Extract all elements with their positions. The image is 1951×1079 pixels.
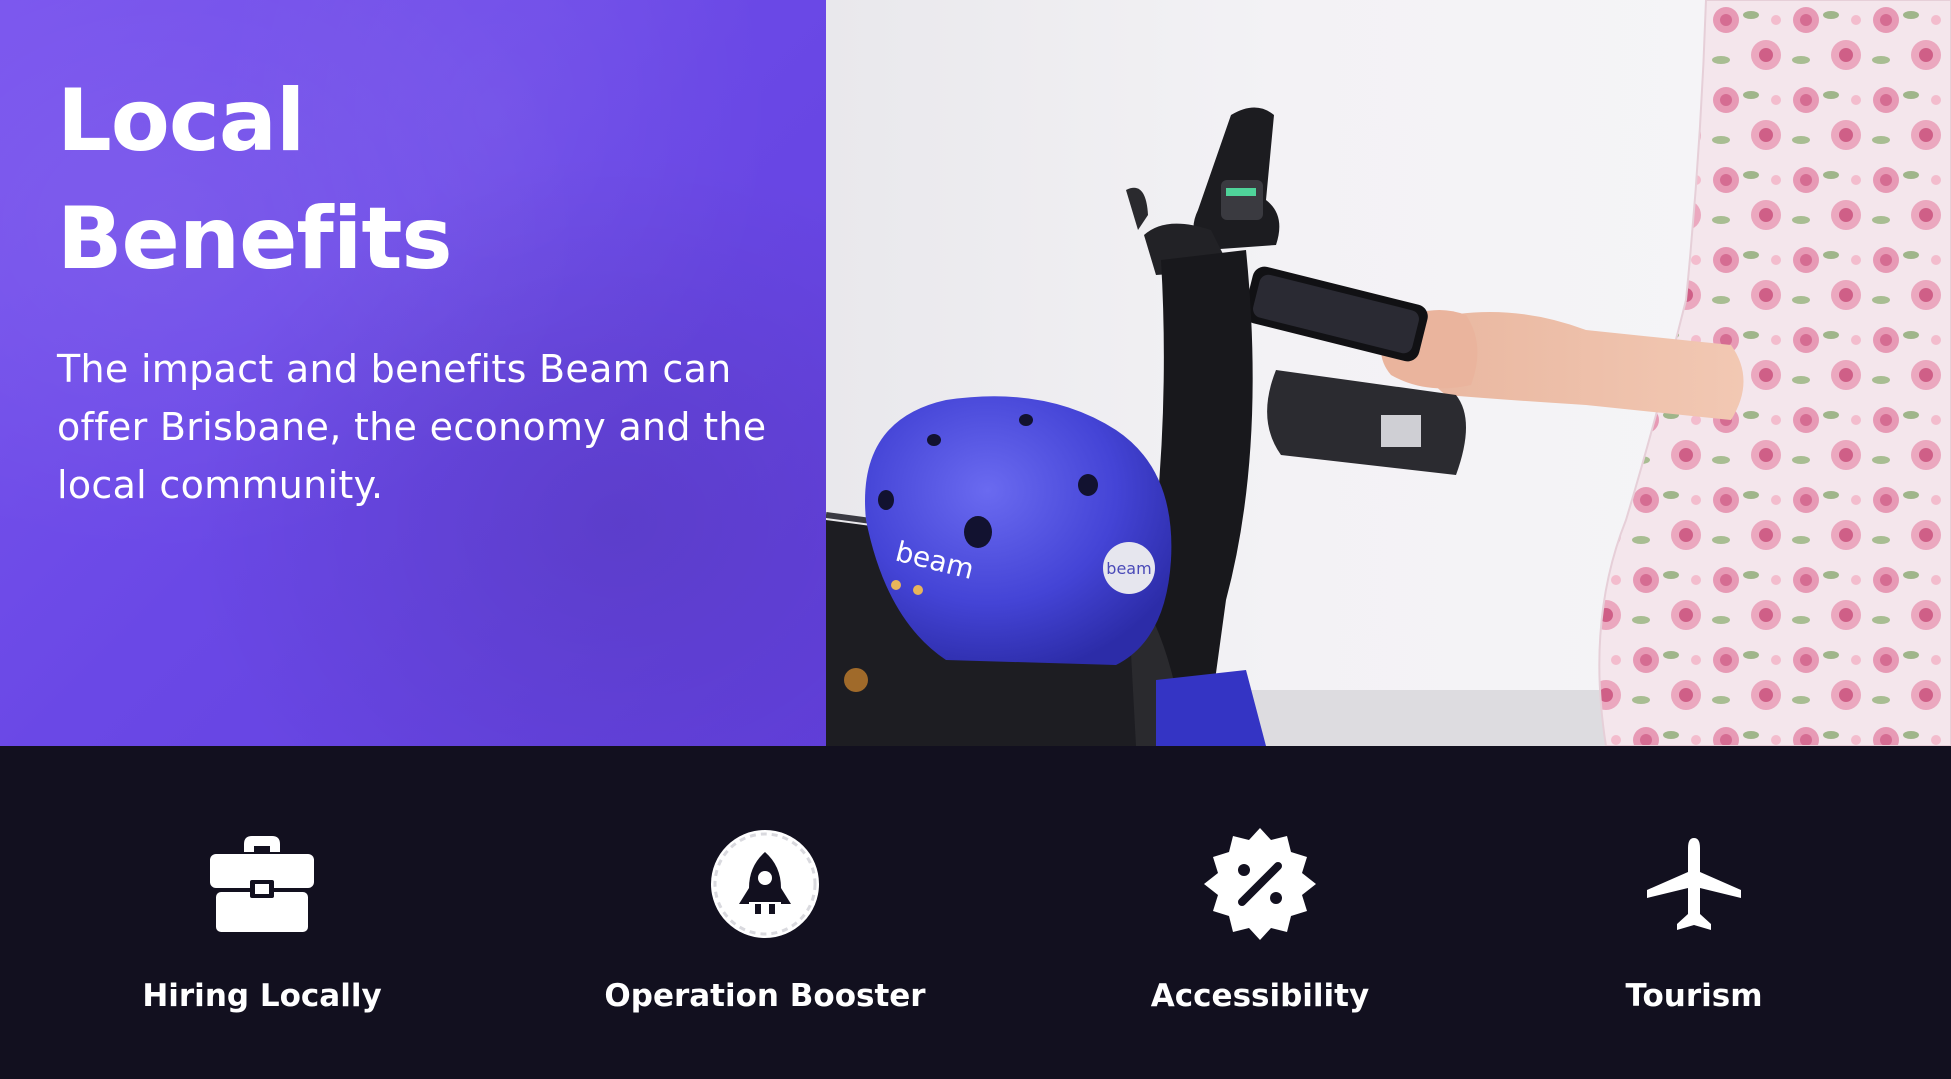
features-band: Hiring Locally Operation Booster Accessi… <box>0 746 1951 1079</box>
hero-description: The impact and benefits Beam can offer B… <box>57 347 767 507</box>
phone <box>1244 266 1428 362</box>
hero-title-line-2: Benefits <box>57 189 453 289</box>
briefcase-icon <box>210 836 314 936</box>
hero-panel: Local Benefits The impact and benefits B… <box>0 0 826 746</box>
slide: Local Benefits The impact and benefits B… <box>0 0 1951 1079</box>
hero-title-line-1: Local <box>57 71 305 171</box>
helmet: beam beam <box>865 396 1172 665</box>
feature-tourism: Tourism <box>1474 746 1914 1079</box>
scooter-photo-illustration: beam beam <box>826 0 1951 746</box>
hero-title: Local Benefits <box>57 62 453 298</box>
feature-label: Hiring Locally <box>142 978 382 1014</box>
hero-photo: beam beam <box>826 0 1951 746</box>
feature-accessibility: Accessibility <box>1040 746 1480 1079</box>
airplane-icon <box>1647 838 1741 936</box>
rocket-icon <box>711 830 819 942</box>
feature-label: Tourism <box>1625 978 1763 1014</box>
feature-operation-booster: Operation Booster <box>545 746 985 1079</box>
feature-label: Operation Booster <box>604 978 926 1014</box>
helmet-sticker-text: beam <box>1106 559 1151 578</box>
feature-label: Accessibility <box>1150 978 1370 1014</box>
feature-hiring-locally: Hiring Locally <box>42 746 482 1079</box>
person-figure <box>1381 0 1951 746</box>
discount-badge-icon <box>1204 828 1316 944</box>
